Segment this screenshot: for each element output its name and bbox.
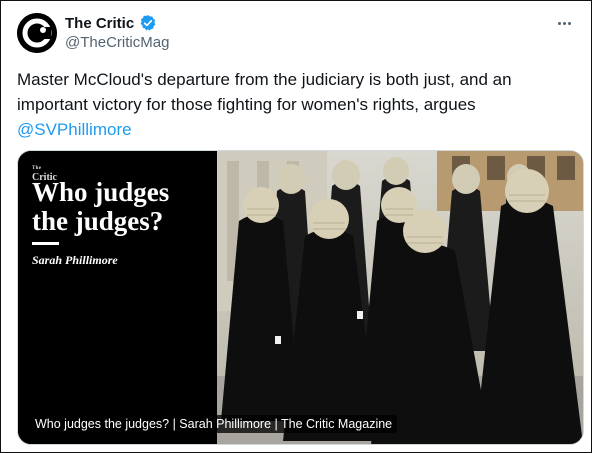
tweet-text: Master McCloud's departure from the judi…: [17, 67, 577, 142]
display-name[interactable]: The Critic: [65, 15, 134, 32]
card-title-panel: The Critic Who judges the judges? Sarah …: [18, 151, 217, 444]
avatar[interactable]: [17, 13, 57, 53]
link-card[interactable]: The Critic Who judges the judges? Sarah …: [17, 150, 584, 445]
more-horizontal-icon[interactable]: [551, 15, 577, 31]
the-critic-logo-icon: [17, 13, 57, 53]
mention-link[interactable]: @SVPhillimore: [17, 120, 132, 139]
tweet-container: The Critic @TheCriticMag Master McCloud'…: [0, 0, 592, 453]
account-handle[interactable]: @TheCriticMag: [65, 34, 169, 51]
card-author: Sarah Phillimore: [32, 253, 118, 267]
card-title-line1: Who judges: [32, 177, 170, 207]
tweet-body: Master McCloud's departure from the judi…: [17, 70, 512, 114]
card-divider: [32, 242, 59, 245]
card-title: Who judges the judges?: [32, 178, 217, 236]
card-title-line2: the judges?: [32, 206, 164, 236]
name-row: The Critic: [65, 13, 157, 33]
card-photo: [217, 151, 583, 444]
verified-badge-icon: [139, 14, 157, 32]
card-caption: Who judges the judges? | Sarah Phillimor…: [30, 415, 398, 433]
